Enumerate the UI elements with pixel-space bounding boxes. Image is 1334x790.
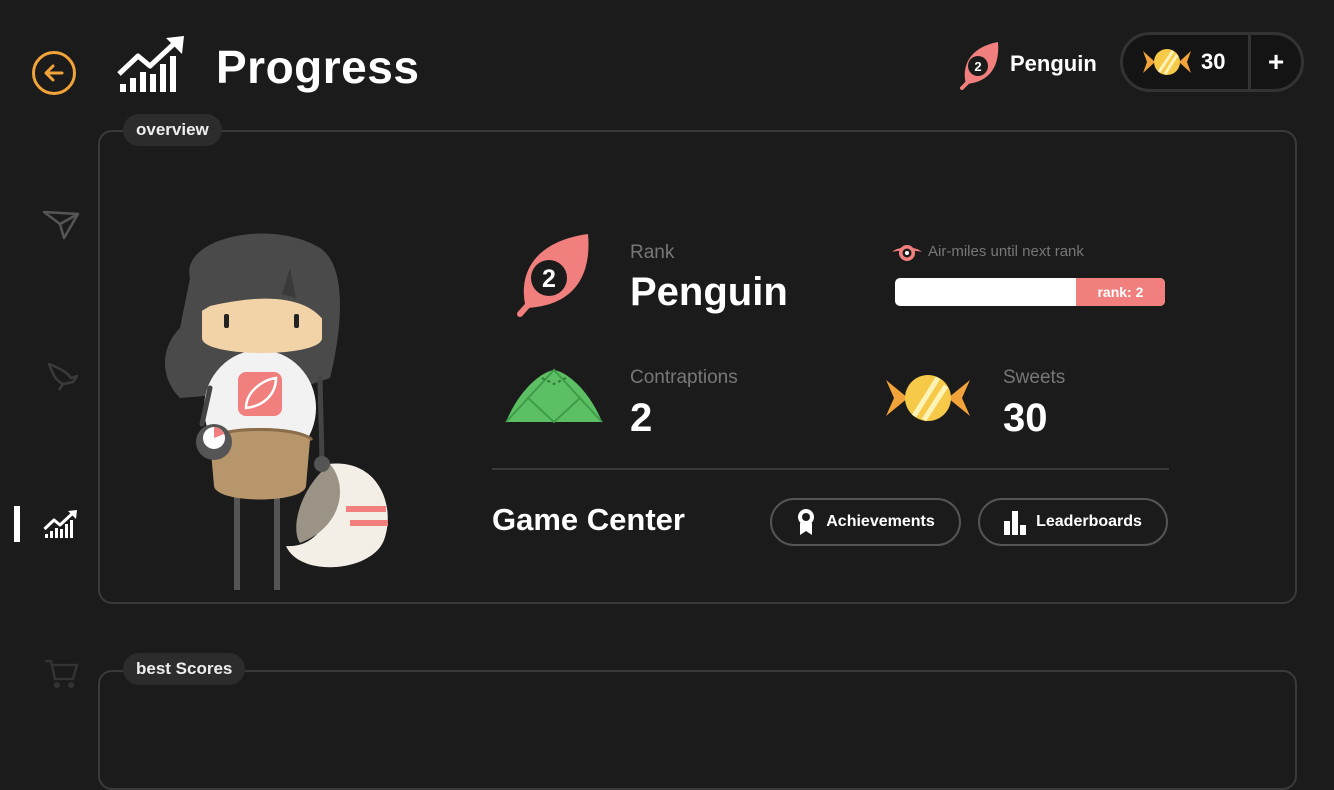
rank-leaf-icon: 2 xyxy=(517,234,589,317)
player-character-illustration xyxy=(165,233,388,590)
air-miles-progress-bar: rank: 2 xyxy=(895,278,1165,306)
overview-tag: overview xyxy=(123,114,222,146)
rank-number: 2 xyxy=(542,265,556,293)
best-scores-panel xyxy=(98,670,1297,790)
contraptions-label: Contraptions xyxy=(630,367,738,388)
sweets-count: 30 xyxy=(1201,49,1226,74)
sidebar-item-progress[interactable] xyxy=(40,506,82,542)
sidebar-item-bird[interactable] xyxy=(40,358,82,394)
sidebar-item-shop[interactable] xyxy=(40,656,82,692)
bird-icon xyxy=(47,362,79,391)
rank-chip-name: Penguin xyxy=(1010,51,1097,76)
rank-value: Penguin xyxy=(630,270,788,314)
rank-leaf-icon: 2 xyxy=(960,42,999,90)
sidebar-item-flights[interactable] xyxy=(40,206,82,242)
sidebar-active-indicator xyxy=(14,506,20,542)
leaderboards-button[interactable]: Leaderboards xyxy=(978,498,1168,546)
rank-chip-number: 2 xyxy=(974,59,981,74)
air-miles-label: Air-miles until next rank xyxy=(928,243,1084,260)
best-scores-tag: best Scores xyxy=(123,653,246,685)
candy-icon xyxy=(886,375,970,422)
arrow-left-icon xyxy=(44,64,64,82)
air-miles-progress-fill: rank: 2 xyxy=(1075,278,1165,306)
air-miles-badge-icon xyxy=(892,245,922,261)
contraptions-value: 2 xyxy=(630,396,653,440)
game-center-title: Game Center xyxy=(492,502,685,537)
rank-label: Rank xyxy=(630,242,675,263)
leaderboard-bars-icon xyxy=(1004,511,1027,535)
rank-chip[interactable]: 2 Penguin xyxy=(958,38,1097,90)
contraption-glider-icon xyxy=(505,368,603,424)
progress-chart-icon xyxy=(117,36,184,92)
leaderboards-label: Leaderboards xyxy=(1036,513,1142,530)
sweets-label: Sweets xyxy=(1003,367,1066,388)
progress-chart-icon xyxy=(43,510,77,538)
add-sweets-button[interactable]: + xyxy=(1248,35,1301,89)
award-ribbon-icon xyxy=(798,509,815,535)
page-title: Progress xyxy=(216,41,420,93)
achievements-label: Achievements xyxy=(826,513,935,530)
back-button[interactable] xyxy=(32,51,76,95)
achievements-button[interactable]: Achievements xyxy=(770,498,961,546)
next-rank-label: rank: 2 xyxy=(1097,284,1144,300)
cart-icon xyxy=(45,659,79,688)
sweets-value: 30 xyxy=(1003,396,1048,440)
overview-divider xyxy=(492,468,1169,470)
paper-plane-icon xyxy=(42,210,80,240)
candy-icon xyxy=(1143,49,1191,75)
sweets-counter[interactable]: 30 + xyxy=(1120,32,1304,92)
